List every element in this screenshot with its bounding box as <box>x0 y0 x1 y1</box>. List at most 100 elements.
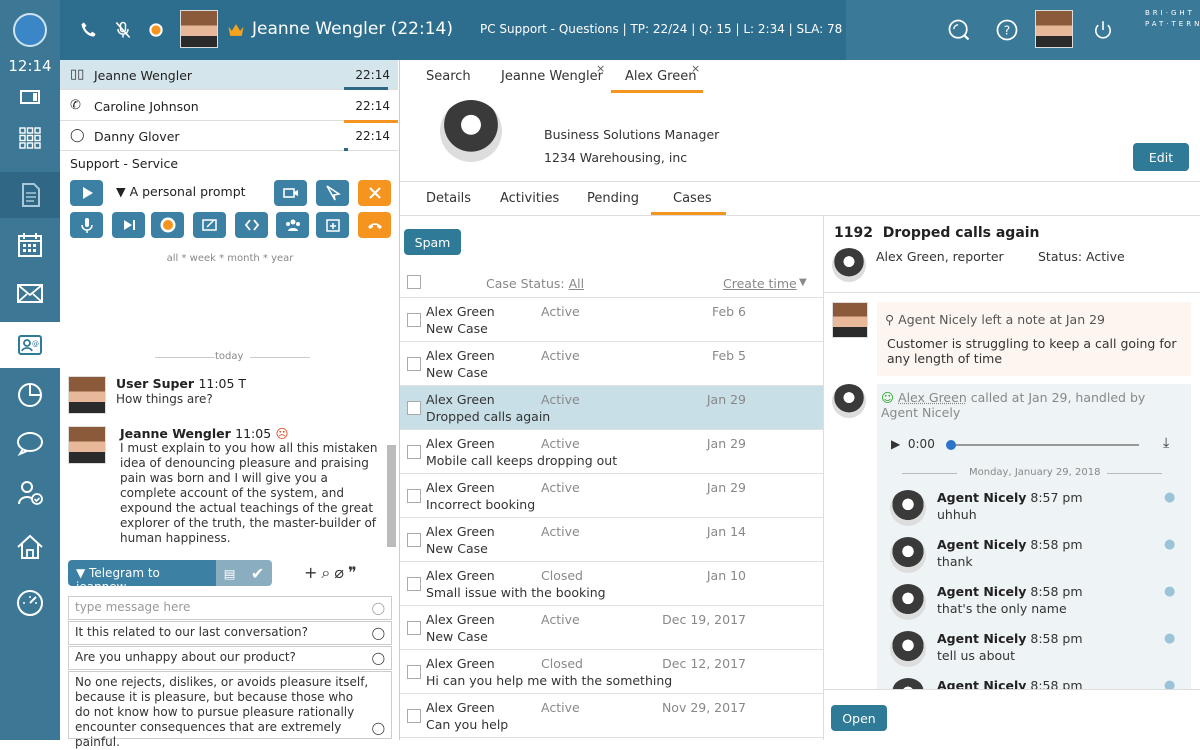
speech-bubble-icon[interactable]: ● <box>1164 537 1175 552</box>
row-checkbox[interactable] <box>407 313 421 327</box>
audio-player[interactable]: ▶ 0:00 <box>891 437 935 451</box>
video-button[interactable] <box>274 180 307 206</box>
select-all-checkbox[interactable] <box>407 275 421 289</box>
chat-message: Jeanne Wengler 11:05 ☹ I must explain to… <box>68 426 388 566</box>
case-status-filter[interactable]: Case Status: All <box>486 276 584 291</box>
case-row[interactable]: Alex Green Active Jan 29 Dropped calls agai… <box>400 386 823 430</box>
record-button[interactable] <box>151 212 184 238</box>
chat-line: Agent Nicely 8:58 pm that's the only name <box>937 584 1083 616</box>
speech-bubble-icon[interactable]: ● <box>1164 631 1175 646</box>
history-filter[interactable]: all * week * month * year <box>60 253 400 264</box>
transfer-button[interactable] <box>235 212 268 238</box>
case-status: Closed <box>541 568 583 583</box>
row-checkbox[interactable] <box>407 489 421 503</box>
row-checkbox[interactable] <box>407 533 421 547</box>
message-input[interactable]: type message here ◯ <box>68 596 392 620</box>
row-checkbox[interactable] <box>407 401 421 415</box>
screen-share-button[interactable] <box>193 212 226 238</box>
tab-jeanne-wengler[interactable]: Jeanne Wengler <box>501 69 603 84</box>
audio-progress[interactable] <box>949 444 1139 446</box>
chat-scrollbar[interactable] <box>387 445 396 547</box>
sort-create-time[interactable]: Create time <box>723 276 797 291</box>
dialpad-icon[interactable] <box>0 116 60 160</box>
play-step-button[interactable] <box>112 212 145 238</box>
flag-button[interactable] <box>316 180 349 206</box>
case-row[interactable]: Alex Green Active Jan 29 Incorrect booking <box>400 474 823 518</box>
conference-button[interactable] <box>276 212 309 238</box>
user-check-icon[interactable] <box>0 470 60 516</box>
checkmark-icon[interactable]: ✔ <box>251 564 264 583</box>
case-row[interactable]: Alex Green Active Jan 14 New Case <box>400 518 823 562</box>
sort-down-icon[interactable]: ▼ <box>799 277 807 288</box>
search-icon[interactable]: ⌕ <box>321 563 334 582</box>
add-icon[interactable]: + <box>304 563 321 582</box>
quick-reply[interactable]: It this related to our last conversation… <box>68 621 392 645</box>
case-row[interactable]: Alex Green Active Feb 5 New Case <box>400 342 823 386</box>
microphone-button[interactable] <box>70 212 103 238</box>
mute-microphone-icon[interactable] <box>110 17 136 43</box>
tab-search[interactable]: Search <box>426 69 471 84</box>
play-button[interactable] <box>70 180 103 206</box>
row-checkbox[interactable] <box>407 445 421 459</box>
speech-bubble-icon[interactable]: ● <box>1164 490 1175 505</box>
tab-cases[interactable]: Cases <box>673 191 712 206</box>
document-icon[interactable]: ▤ <box>224 566 236 581</box>
phone-icon[interactable] <box>76 17 102 43</box>
interaction-time: 22:14 <box>355 129 390 143</box>
row-checkbox[interactable] <box>407 709 421 723</box>
case-row[interactable]: Alex Green Active Feb 6 New Case <box>400 298 823 342</box>
quick-reply[interactable]: No one rejects, dislikes, or avoids plea… <box>68 671 392 749</box>
row-checkbox[interactable] <box>407 357 421 371</box>
case-row[interactable]: Alex Green Closed Jan 10 Small issue with t… <box>400 562 823 606</box>
send-options[interactable]: ▤ ✔ <box>216 560 272 586</box>
case-row[interactable]: Alex Green Active Jan 29 Mobile call keeps … <box>400 430 823 474</box>
help-icon[interactable]: ? <box>992 15 1022 45</box>
tab-activities[interactable]: Activities <box>500 191 559 206</box>
tab-details[interactable]: Details <box>426 191 471 206</box>
home-icon[interactable] <box>0 524 60 570</box>
row-checkbox[interactable] <box>407 577 421 591</box>
schedule-button[interactable] <box>316 212 349 238</box>
interaction-item[interactable]: ◯ Danny Glover 22:14 <box>60 121 398 151</box>
case-row[interactable]: Alex Green Active Nov 29, 2017 Can you help <box>400 694 823 738</box>
chat-bubble-icon[interactable] <box>0 420 60 466</box>
close-interaction-button[interactable] <box>358 180 391 206</box>
power-icon[interactable] <box>1088 15 1118 45</box>
dashboard-gauge-icon[interactable] <box>0 580 60 626</box>
service-name: Support - Service <box>70 156 179 171</box>
document-icon[interactable] <box>0 172 60 218</box>
screen-icon[interactable] <box>0 74 60 118</box>
chat-avatar <box>890 537 926 573</box>
reports-pie-icon[interactable] <box>0 372 60 418</box>
tab-pending[interactable]: Pending <box>587 191 639 206</box>
smile-icon: ☺ <box>881 390 895 405</box>
contacts-icon[interactable]: @ <box>0 322 60 368</box>
close-tab-icon[interactable]: × <box>596 62 605 75</box>
download-icon[interactable]: ⤓ <box>1163 435 1169 451</box>
search-icon[interactable] <box>944 15 974 45</box>
audio-scrubber[interactable] <box>946 440 956 450</box>
spam-button[interactable]: Spam <box>404 229 461 255</box>
interaction-item[interactable]: ▯▯ Jeanne Wengler 22:14 <box>60 60 398 90</box>
mail-icon[interactable] <box>0 270 60 316</box>
edit-button[interactable]: Edit <box>1133 143 1189 171</box>
speech-bubble-icon[interactable]: ● <box>1164 584 1175 599</box>
attach-icon[interactable]: ⌀ <box>334 563 348 582</box>
quote-icon[interactable]: ❞ <box>348 563 361 582</box>
case-row[interactable]: Alex Green Active Dec 19, 2017 New Case <box>400 606 823 650</box>
open-button[interactable]: Open <box>831 705 887 731</box>
user-profile-avatar[interactable] <box>1035 10 1073 48</box>
calendar-icon[interactable] <box>0 222 60 268</box>
record-icon[interactable] <box>143 17 169 43</box>
agent-status-indicator[interactable] <box>13 13 47 47</box>
row-checkbox[interactable] <box>407 665 421 679</box>
interaction-item[interactable]: ✆ Caroline Johnson 22:14 <box>60 91 398 123</box>
close-tab-icon[interactable]: × <box>691 62 700 75</box>
prompt-selector[interactable]: ▼ A personal prompt <box>116 184 246 199</box>
case-row[interactable]: Alex Green Closed Dec 12, 2017 Hi can you h… <box>400 650 823 694</box>
channel-selector-button[interactable]: ▼ Telegram to jeannew <box>68 560 216 594</box>
tab-alex-green[interactable]: Alex Green <box>625 69 696 84</box>
quick-reply[interactable]: Are you unhappy about our product? ◯ <box>68 646 392 670</box>
row-checkbox[interactable] <box>407 621 421 635</box>
hangup-button[interactable] <box>358 212 391 238</box>
